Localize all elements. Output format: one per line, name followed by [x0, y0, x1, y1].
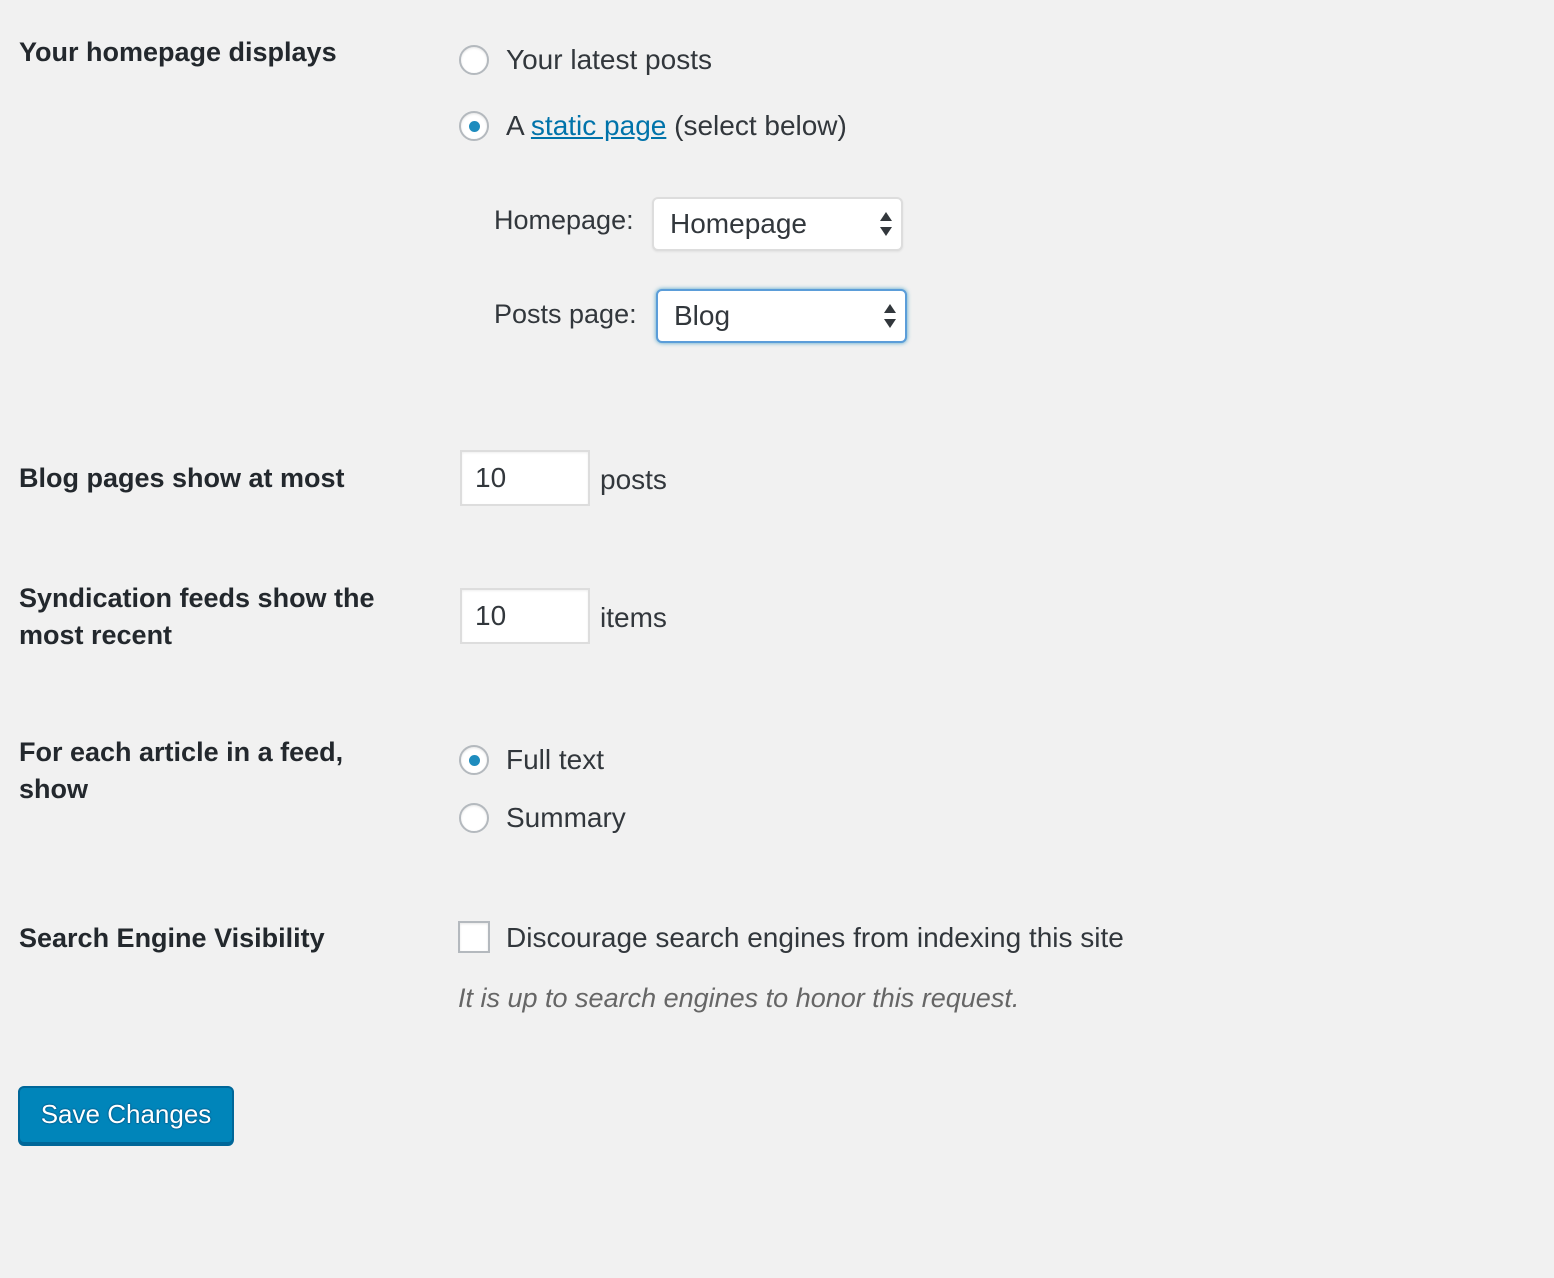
static-page-option: A static page (select below): [506, 108, 847, 144]
homepage-displays-label: Your homepage displays: [19, 37, 337, 67]
items-unit-label: items: [600, 602, 667, 633]
homepage-select[interactable]: Homepage: [652, 197, 903, 251]
homepage-select-label: Homepage:: [494, 205, 634, 235]
discourage-search-checkbox[interactable]: [458, 921, 490, 953]
syndication-label-line2: most recent: [19, 620, 173, 650]
full-text-radio[interactable]: [459, 745, 489, 775]
syndication-label-line1: Syndication feeds show the: [19, 583, 375, 613]
summary-label[interactable]: Summary: [506, 800, 626, 836]
syndication-label: Syndication feeds show the most recent: [19, 580, 419, 654]
feed-article-label: For each article in a feed, show: [19, 734, 419, 808]
search-visibility-label: Search Engine Visibility: [19, 923, 325, 953]
feed-items-input[interactable]: 10: [460, 588, 590, 644]
save-changes-button[interactable]: Save Changes: [18, 1086, 234, 1144]
latest-posts-label[interactable]: Your latest posts: [506, 42, 712, 78]
static-page-suffix[interactable]: (select below): [674, 110, 847, 141]
posts-page-select[interactable]: Blog: [656, 289, 907, 343]
feed-article-label-line1: For each article in a feed,: [19, 737, 344, 767]
blog-pages-label: Blog pages show at most: [19, 463, 345, 493]
static-page-radio[interactable]: [459, 111, 489, 141]
latest-posts-radio[interactable]: [459, 45, 489, 75]
posts-unit-label: posts: [600, 464, 667, 495]
select-arrows-icon: [880, 212, 892, 236]
posts-page-select-label: Posts page:: [494, 299, 637, 329]
static-page-link[interactable]: static page: [531, 110, 666, 141]
homepage-select-value: Homepage: [670, 208, 807, 239]
discourage-search-label[interactable]: Discourage search engines from indexing …: [506, 920, 1124, 956]
select-arrows-icon: [884, 304, 896, 328]
feed-article-label-line2: show: [19, 774, 89, 804]
full-text-label[interactable]: Full text: [506, 742, 604, 778]
search-visibility-description: It is up to search engines to honor this…: [458, 983, 1020, 1013]
posts-per-page-input[interactable]: 10: [460, 450, 590, 506]
posts-page-select-value: Blog: [674, 300, 731, 331]
summary-radio[interactable]: [459, 803, 489, 833]
static-page-prefix[interactable]: A: [506, 110, 523, 141]
